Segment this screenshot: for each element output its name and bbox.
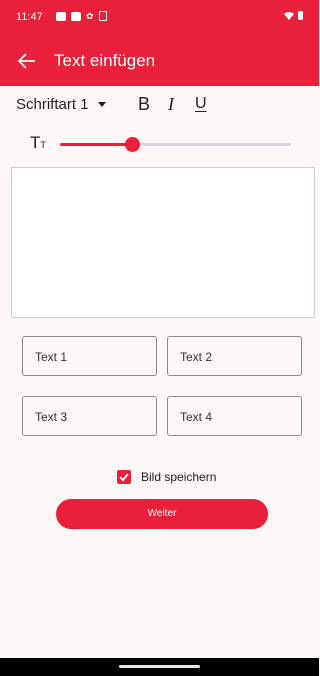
app-notification-icon — [71, 11, 81, 21]
status-right — [284, 11, 303, 20]
app-bar: Text einfügen — [0, 36, 319, 86]
text-option-4[interactable]: Text 4 — [167, 396, 302, 436]
bold-button[interactable]: B — [138, 94, 150, 115]
system-nav-bar — [0, 658, 319, 676]
page-title: Text einfügen — [54, 51, 156, 70]
device-icon — [98, 11, 107, 21]
underline-button[interactable]: U — [195, 95, 207, 113]
save-image-label: Bild speichern — [141, 470, 217, 484]
slider-thumb[interactable] — [125, 137, 140, 152]
back-arrow-icon[interactable] — [16, 50, 38, 72]
next-button[interactable]: Weiter — [56, 499, 268, 529]
notification-icon — [56, 11, 66, 21]
wifi-icon — [284, 11, 294, 20]
text-option-2[interactable]: Text 2 — [167, 336, 302, 376]
home-indicator[interactable] — [119, 665, 200, 668]
slider-fill — [60, 143, 132, 146]
checkmark-icon — [119, 473, 129, 482]
chevron-down-icon — [97, 102, 106, 107]
battery-icon — [298, 11, 303, 20]
text-option-3[interactable]: Text 3 — [22, 396, 157, 436]
text-size-row: TT — [0, 126, 319, 162]
text-size-slider[interactable] — [60, 137, 291, 152]
settings-icon: ✿ — [86, 10, 94, 21]
save-image-option[interactable]: Bild speichern — [117, 470, 216, 484]
save-image-checkbox[interactable] — [117, 470, 131, 484]
status-time: 11:47 — [16, 11, 43, 23]
format-toolbar: Schriftart 1 B I U — [0, 86, 319, 126]
italic-button[interactable]: I — [168, 94, 174, 115]
text-option-1[interactable]: Text 1 — [22, 336, 157, 376]
font-dropdown-value: Schriftart 1 — [16, 96, 89, 113]
status-bar: 11:47 ✿ — [0, 0, 319, 36]
status-icons: ✿ — [56, 11, 107, 21]
text-preview-area[interactable] — [11, 167, 315, 318]
text-size-icon: TT — [30, 133, 46, 152]
font-dropdown[interactable]: Schriftart 1 — [16, 96, 106, 113]
